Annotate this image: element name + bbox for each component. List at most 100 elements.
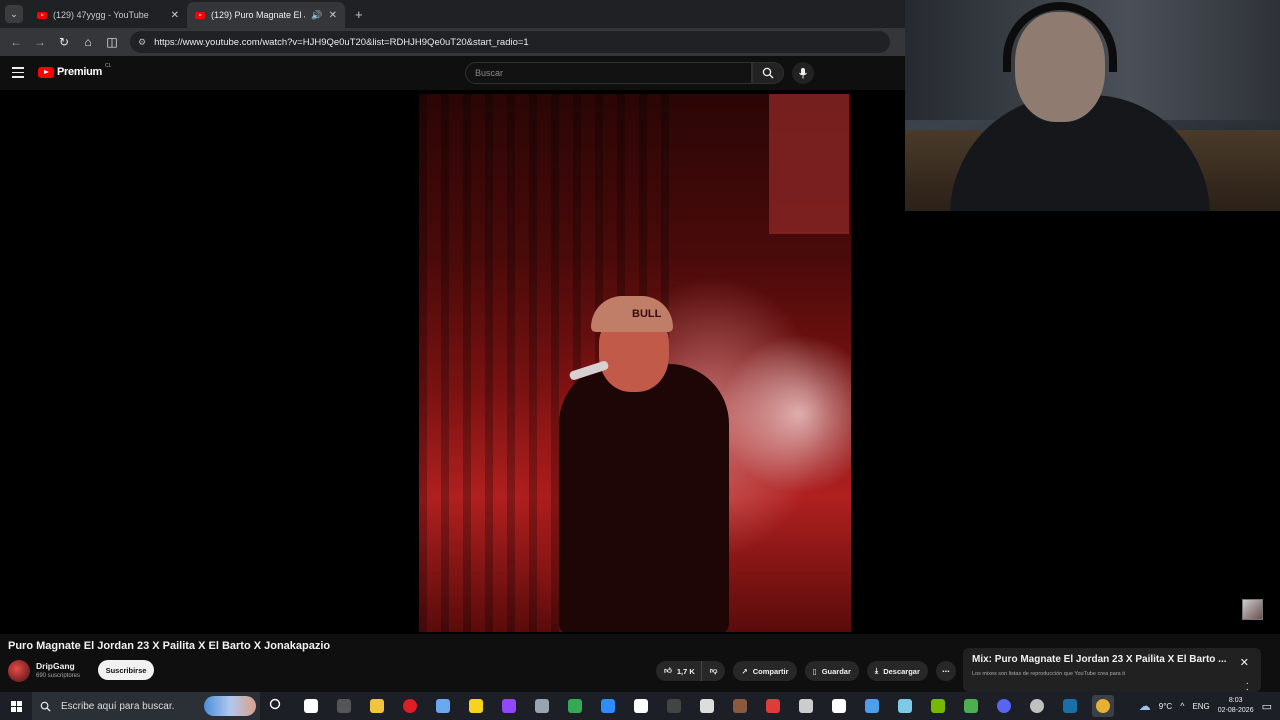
split-view-icon[interactable]: ◫: [100, 35, 124, 49]
voice-search-button[interactable]: [792, 62, 814, 84]
cortana-icon[interactable]: [260, 697, 290, 715]
sticky-notes-icon-glyph: [469, 699, 483, 713]
share-button[interactable]: ↗ Compartir: [733, 661, 797, 681]
search-input[interactable]: Buscar: [465, 62, 752, 84]
tab-puro-magnate[interactable]: (129) Puro Magnate El Jordan 🔊 ✕: [187, 2, 345, 28]
generic-app-icon-glyph: [337, 699, 351, 713]
tab-title: (129) Puro Magnate El Jordan: [211, 10, 305, 20]
tab-47yygg[interactable]: (129) 47yygg - YouTube ✕: [29, 2, 187, 28]
cube-app-icon[interactable]: [795, 695, 817, 717]
like-button[interactable]: 👍︎ 1,7 K: [656, 661, 701, 681]
update-app-icon[interactable]: [861, 695, 883, 717]
twitch-icon[interactable]: [498, 695, 520, 717]
mix-playlist-card[interactable]: Mix: Puro Magnate El Jordan 23 X Pailita…: [963, 648, 1261, 701]
opera-icon-glyph: [403, 699, 417, 713]
copilot-icon-glyph: [436, 699, 450, 713]
search-button[interactable]: [752, 62, 784, 84]
discord-icon-glyph: [997, 699, 1011, 713]
youtube-premium-logo[interactable]: Premium CL: [38, 63, 111, 78]
nvidia-icon-glyph: [931, 699, 945, 713]
task-view-icon-glyph: [304, 699, 318, 713]
taskbar-search-placeholder: Escribe aquí para buscar.: [61, 700, 175, 712]
clock[interactable]: 8:03 02-08-2026: [1218, 696, 1254, 716]
tab-search-button[interactable]: ⌄: [5, 5, 23, 23]
close-tab-icon[interactable]: ✕: [329, 10, 337, 21]
performer-body: [559, 364, 729, 632]
steam-icon[interactable]: [1059, 695, 1081, 717]
settings-icon-glyph: [700, 699, 714, 713]
chrome-icon[interactable]: [1092, 695, 1114, 717]
speaker-icon[interactable]: 🔊: [311, 10, 322, 21]
chrome-icon-glyph: [1096, 699, 1110, 713]
search-icon: [762, 67, 774, 79]
game-thumbnail-icon[interactable]: [729, 695, 751, 717]
channel-name[interactable]: DripGang: [36, 661, 75, 671]
sticky-notes-icon[interactable]: [465, 695, 487, 717]
file-explorer-icon[interactable]: [366, 695, 388, 717]
dislike-button[interactable]: 👎︎: [700, 661, 726, 681]
close-icon[interactable]: ✕: [1240, 656, 1249, 669]
city-app-icon[interactable]: [531, 695, 553, 717]
address-bar[interactable]: ⚙ https://www.youtube.com/watch?v=HJH9Qe…: [130, 31, 890, 53]
generic-app-icon[interactable]: [333, 695, 355, 717]
thumbs-down-icon: 👎︎: [709, 666, 718, 675]
update-app-icon-glyph: [865, 699, 879, 713]
windows-taskbar: Escribe aquí para buscar. ☁ 9°C ^ ENG 8:…: [0, 692, 1280, 720]
site-info-icon[interactable]: ⚙: [138, 37, 146, 48]
weather-cloud-icon[interactable]: ☁: [1139, 699, 1151, 713]
thumbs-up-icon: 👍︎: [664, 666, 672, 675]
google-drive-icon[interactable]: [564, 695, 586, 717]
save-button[interactable]: ▯ Guardar: [804, 661, 859, 681]
close-tab-icon[interactable]: ✕: [171, 10, 179, 21]
copilot-icon[interactable]: [432, 695, 454, 717]
subscribe-button[interactable]: Suscribirse: [98, 660, 154, 680]
mix-title[interactable]: Mix: Puro Magnate El Jordan 23 X Pailita…: [972, 654, 1234, 665]
start-button[interactable]: [0, 700, 32, 712]
obs-icon[interactable]: [663, 695, 685, 717]
download-icon: ⤓: [874, 666, 879, 675]
settings-icon[interactable]: [696, 695, 718, 717]
taskbar-apps: [300, 695, 1114, 717]
google-drive-icon-glyph: [568, 699, 582, 713]
notepad-icon[interactable]: [894, 695, 916, 717]
notepad-icon-glyph: [898, 699, 912, 713]
g-app-icon[interactable]: [828, 695, 850, 717]
hamburger-menu-icon[interactable]: [12, 67, 24, 81]
share-label: Compartir: [752, 666, 789, 676]
notification-icon[interactable]: ▭: [1262, 700, 1272, 713]
new-tab-button[interactable]: +: [355, 7, 363, 22]
roblox-icon[interactable]: [762, 695, 784, 717]
show-hidden-icons-icon[interactable]: ^: [1180, 701, 1184, 711]
zoom-icon[interactable]: [597, 695, 619, 717]
reload-icon[interactable]: ↻: [52, 35, 76, 49]
weather-temp[interactable]: 9°C: [1159, 702, 1172, 711]
youtube-play-icon: [38, 66, 54, 78]
task-view-icon[interactable]: [300, 695, 322, 717]
screen: ⌄ (129) 47yygg - YouTube ✕ (129) Puro Ma…: [0, 0, 1280, 720]
youtube-favicon-icon: [195, 11, 205, 19]
mix-description: Los mixes son listas de reproducción que…: [972, 671, 1125, 677]
forward-arrow-icon[interactable]: →: [28, 35, 52, 49]
download-button[interactable]: ⤓ Descargar: [866, 661, 928, 681]
back-arrow-icon[interactable]: ←: [4, 35, 28, 49]
system-tray: ☁ 9°C ^ ENG 8:03 02-08-2026 ▭: [1139, 696, 1280, 716]
minecraft-icon[interactable]: [960, 695, 982, 717]
youtube-favicon-icon: [37, 11, 47, 19]
download-label: Descargar: [883, 666, 920, 676]
steam-overlay-icon[interactable]: [1026, 695, 1048, 717]
home-icon[interactable]: ⌂: [76, 35, 100, 49]
cap-text: BULL: [632, 308, 662, 320]
channel-watermark[interactable]: [1242, 599, 1263, 620]
subscriber-count: 690 suscriptores: [36, 673, 81, 679]
opera-icon[interactable]: [399, 695, 421, 717]
channel-avatar[interactable]: [8, 660, 30, 682]
more-actions-button[interactable]: ⋯: [935, 661, 956, 681]
cube-app-icon-glyph: [799, 699, 813, 713]
logo-text: Premium: [57, 66, 102, 78]
nvidia-icon[interactable]: [927, 695, 949, 717]
discord-icon[interactable]: [993, 695, 1015, 717]
capcut-icon[interactable]: [630, 695, 652, 717]
taskbar-search[interactable]: Escribe aquí para buscar.: [32, 692, 260, 720]
language-indicator[interactable]: ENG: [1192, 702, 1209, 711]
video-frame[interactable]: BULL: [419, 94, 851, 632]
